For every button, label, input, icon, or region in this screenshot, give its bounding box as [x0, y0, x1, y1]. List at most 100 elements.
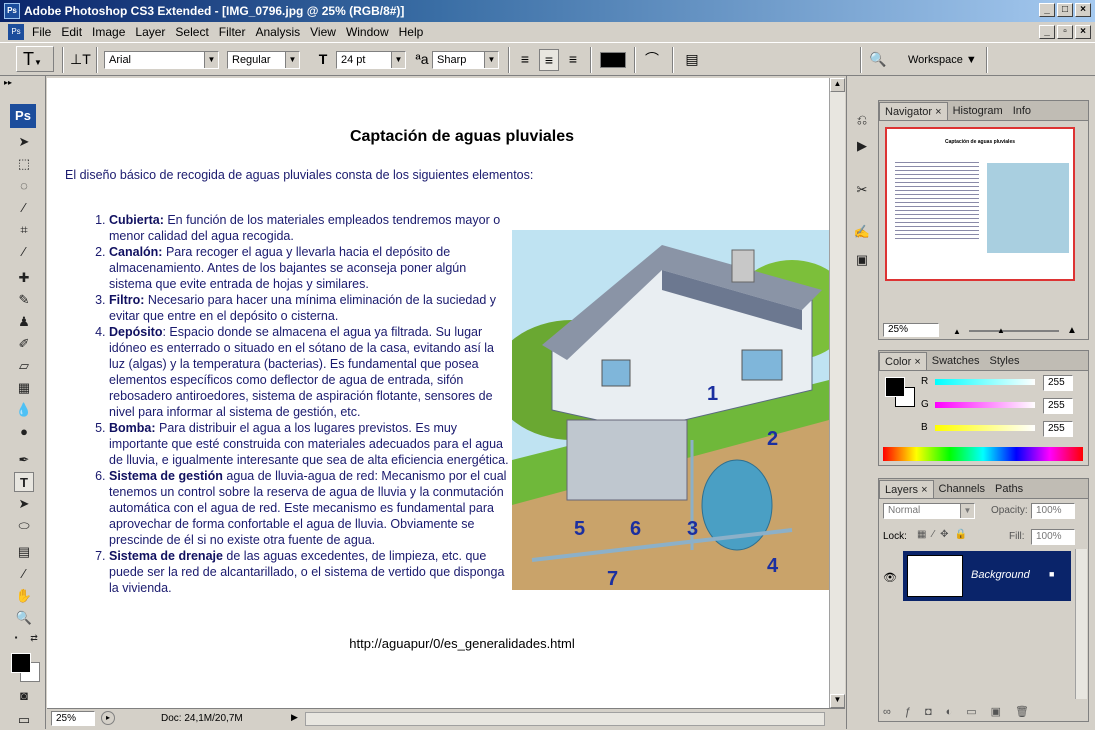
menu-file[interactable]: File — [27, 25, 56, 39]
bridge-icon[interactable]: 🔍 — [866, 49, 890, 69]
eraser-tool-icon[interactable]: ▱ — [14, 356, 34, 376]
menu-view[interactable]: View — [305, 25, 341, 39]
align-right-icon[interactable]: ≡ — [564, 49, 582, 69]
fill-field[interactable]: 100% — [1031, 529, 1075, 545]
color-foreground-swatch[interactable] — [885, 377, 905, 397]
doc-close-button[interactable]: × — [1075, 25, 1091, 39]
channel-r-value[interactable]: 255 — [1043, 375, 1073, 391]
lasso-tool-icon[interactable]: ◌ — [14, 176, 34, 196]
lock-icons[interactable]: ▦⁄✥🔒 — [917, 529, 973, 540]
layer-visibility-eye-icon[interactable]: 👁 — [883, 571, 897, 584]
menu-window[interactable]: Window — [341, 25, 394, 39]
text-orientation-icon[interactable]: ⊥T — [70, 49, 91, 69]
menu-image[interactable]: Image — [87, 25, 130, 39]
channel-g-value[interactable]: 255 — [1043, 398, 1073, 414]
foreground-color-swatch[interactable] — [11, 653, 31, 673]
font-size-select[interactable]: 24 pt ▼ — [336, 51, 406, 69]
warp-text-icon[interactable]: ⌒ — [642, 49, 662, 69]
type-tool-preset-button[interactable]: T▼ — [16, 46, 54, 72]
pen-tool-icon[interactable]: ✒ — [14, 450, 34, 470]
history-brush-tool-icon[interactable]: ✐ — [14, 334, 34, 354]
align-left-icon[interactable]: ≡ — [516, 49, 534, 69]
navigator-zoom-field[interactable]: 25% — [883, 323, 939, 337]
healing-brush-tool-icon[interactable]: ✚ — [14, 268, 34, 288]
quick-mask-icon[interactable]: ◙ — [14, 686, 34, 706]
zoom-in-icon[interactable]: ▲ — [1067, 325, 1077, 336]
workspace-button[interactable]: Workspace ▼ — [900, 51, 978, 69]
eyedropper-tool-icon[interactable]: ⁄ — [14, 242, 34, 262]
character-panel-icon[interactable]: ▤ — [682, 49, 702, 69]
default-colors-icon[interactable]: ▪ — [10, 632, 22, 644]
tab-layers[interactable]: Layers × — [879, 480, 934, 498]
text-color-swatch[interactable] — [600, 52, 626, 68]
channel-r-slider[interactable] — [935, 379, 1035, 385]
tab-swatches[interactable]: Swatches — [927, 352, 985, 370]
doc-minimize-button[interactable]: _ — [1039, 25, 1055, 39]
tab-navigator[interactable]: Navigator × — [879, 102, 948, 120]
tab-histogram[interactable]: Histogram — [948, 102, 1008, 120]
tab-info[interactable]: Info — [1008, 102, 1036, 120]
menu-edit[interactable]: Edit — [56, 25, 87, 39]
gradient-tool-icon[interactable]: ▦ — [14, 378, 34, 398]
scroll-down-icon[interactable]: ▼ — [830, 694, 845, 708]
history-panel-icon[interactable]: ⎌ — [852, 110, 872, 130]
zoom-slider[interactable] — [969, 330, 1059, 332]
menu-layer[interactable]: Layer — [130, 25, 170, 39]
status-menu-icon[interactable]: ▸ — [101, 711, 115, 725]
path-selection-tool-icon[interactable]: ➤ — [14, 494, 34, 514]
dodge-tool-icon[interactable]: ● — [14, 422, 34, 442]
doc-restore-button[interactable]: ▫ — [1057, 25, 1073, 39]
menu-filter[interactable]: Filter — [214, 25, 251, 39]
marquee-tool-icon[interactable]: ⬚ — [14, 154, 34, 174]
status-arrow-icon[interactable]: ▶ — [291, 712, 298, 723]
opacity-field[interactable]: 100% — [1031, 503, 1075, 519]
menu-select[interactable]: Select — [170, 25, 213, 39]
clone-source-icon[interactable]: ▣ — [852, 250, 872, 270]
swap-colors-icon[interactable]: ⇄ — [28, 632, 40, 644]
actions-panel-icon[interactable]: ▶ — [852, 136, 872, 156]
zoom-slider-thumb[interactable]: ▲ — [997, 326, 1005, 335]
zoom-level-field[interactable]: 25% — [51, 711, 95, 726]
crop-tool-icon[interactable]: ⌗ — [14, 220, 34, 240]
notes-tool-icon[interactable]: ▤ — [14, 542, 34, 562]
panel-collapse-icon[interactable]: ▸▸ — [0, 78, 46, 88]
tab-styles[interactable]: Styles — [984, 352, 1024, 370]
blur-tool-icon[interactable]: 💧 — [14, 400, 34, 420]
screen-mode-icon[interactable]: ▭ — [14, 710, 34, 730]
maximize-button[interactable]: □ — [1057, 3, 1073, 17]
minimize-button[interactable]: _ — [1039, 3, 1055, 17]
horizontal-scrollbar[interactable] — [305, 712, 825, 726]
channel-b-value[interactable]: 255 — [1043, 421, 1073, 437]
layers-scrollbar[interactable] — [1075, 549, 1087, 699]
tab-channels[interactable]: Channels — [934, 480, 990, 498]
antialias-select[interactable]: Sharp ▼ — [432, 51, 499, 69]
photoshop-logo[interactable]: Ps — [10, 104, 36, 128]
photoshop-app-icon[interactable]: Ps — [4, 3, 20, 19]
type-tool-icon[interactable]: T — [14, 472, 34, 492]
tool-presets-icon[interactable]: ✂ — [852, 180, 872, 200]
brush-tool-icon[interactable]: ✎ — [14, 290, 34, 310]
clone-stamp-tool-icon[interactable]: ♟ — [14, 312, 34, 332]
hand-tool-icon[interactable]: ✋ — [14, 586, 34, 606]
vertical-scrollbar[interactable]: ▲ ▼ — [829, 78, 845, 708]
move-tool-icon[interactable]: ➤ — [14, 132, 34, 152]
align-center-icon[interactable]: ≡ — [539, 49, 559, 71]
zoom-out-icon[interactable]: ▲ — [953, 327, 961, 336]
brushes-panel-icon[interactable]: ✍ — [852, 222, 872, 242]
blend-mode-select[interactable]: Normal ▼ — [883, 503, 975, 519]
eyedropper-sample-tool-icon[interactable]: ⁄ — [14, 564, 34, 584]
menu-help[interactable]: Help — [394, 25, 429, 39]
channel-g-slider[interactable] — [935, 402, 1035, 408]
layer-row-background[interactable]: Background ■ — [903, 551, 1071, 601]
tab-color[interactable]: Color × — [879, 352, 927, 370]
font-style-select[interactable]: Regular ▼ — [227, 51, 300, 69]
tab-paths[interactable]: Paths — [990, 480, 1028, 498]
zoom-tool-icon[interactable]: 🔍 — [14, 608, 34, 628]
document-canvas[interactable]: Captación de aguas pluviales El diseño b… — [47, 78, 829, 708]
close-button[interactable]: × — [1075, 3, 1091, 17]
shape-tool-icon[interactable]: ⬭ — [14, 516, 34, 536]
scroll-up-icon[interactable]: ▲ — [830, 78, 845, 92]
layers-footer-buttons[interactable]: ∞ƒ◘◐▭▣🗑 — [883, 705, 1083, 719]
font-family-select[interactable]: Arial ▼ — [104, 51, 219, 69]
document-icon[interactable]: Ps — [8, 24, 24, 40]
